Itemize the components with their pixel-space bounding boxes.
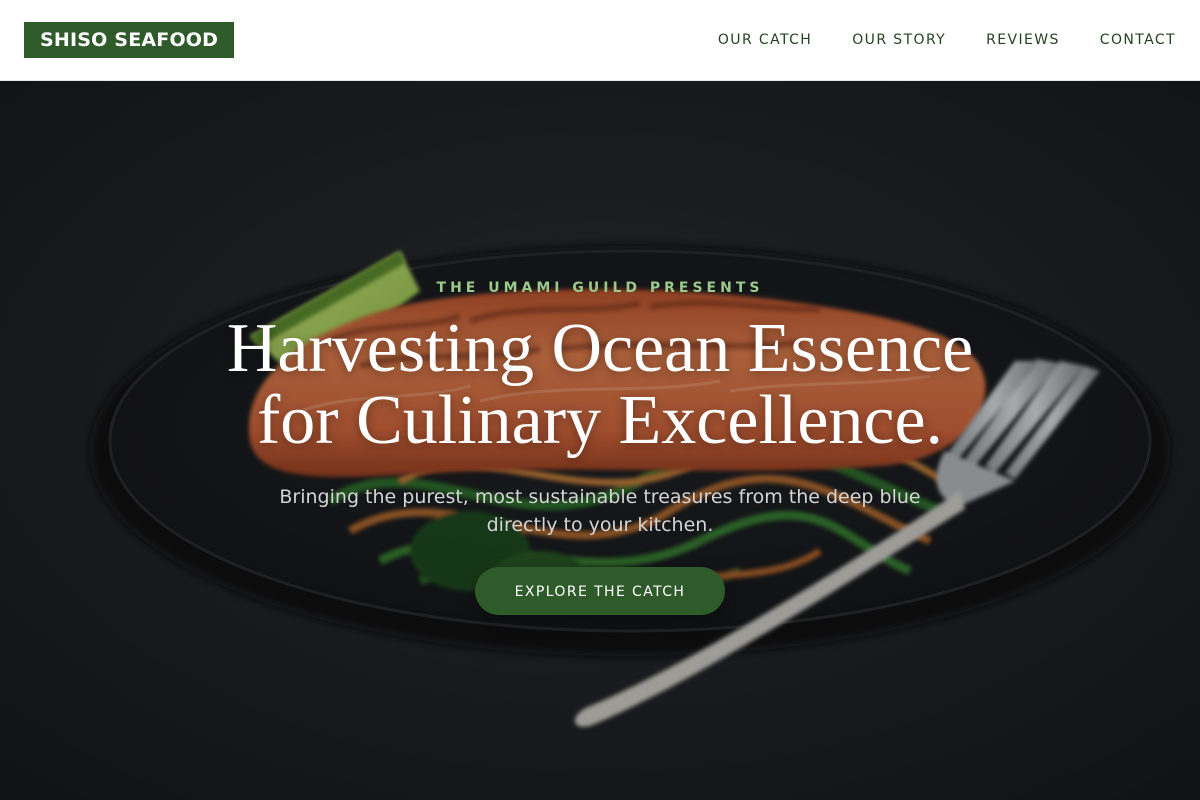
nav-our-catch[interactable]: OUR CATCH	[718, 31, 812, 49]
explore-catch-button[interactable]: EXPLORE THE CATCH	[475, 567, 725, 615]
hero-headline: Harvesting Ocean Essence for Culinary Ex…	[150, 313, 1050, 457]
hero-section: THE UMAMI GUILD PRESENTS Harvesting Ocea…	[0, 81, 1200, 800]
brand-logo[interactable]: SHISO SEAFOOD	[24, 22, 235, 58]
headline-line-1: Harvesting Ocean Essence	[226, 310, 974, 387]
main-nav: OUR CATCH OUR STORY REVIEWS CONTACT	[718, 31, 1176, 49]
hero-content: THE UMAMI GUILD PRESENTS Harvesting Ocea…	[0, 81, 1200, 800]
nav-our-story[interactable]: OUR STORY	[852, 31, 946, 49]
site-header: SHISO SEAFOOD OUR CATCH OUR STORY REVIEW…	[0, 0, 1200, 81]
nav-reviews[interactable]: REVIEWS	[986, 31, 1060, 49]
headline-line-2: for Culinary Excellence.	[256, 382, 944, 459]
nav-contact[interactable]: CONTACT	[1100, 31, 1176, 49]
hero-subtext: Bringing the purest, most sustainable tr…	[279, 486, 921, 536]
hero-eyebrow: THE UMAMI GUILD PRESENTS	[436, 280, 764, 296]
